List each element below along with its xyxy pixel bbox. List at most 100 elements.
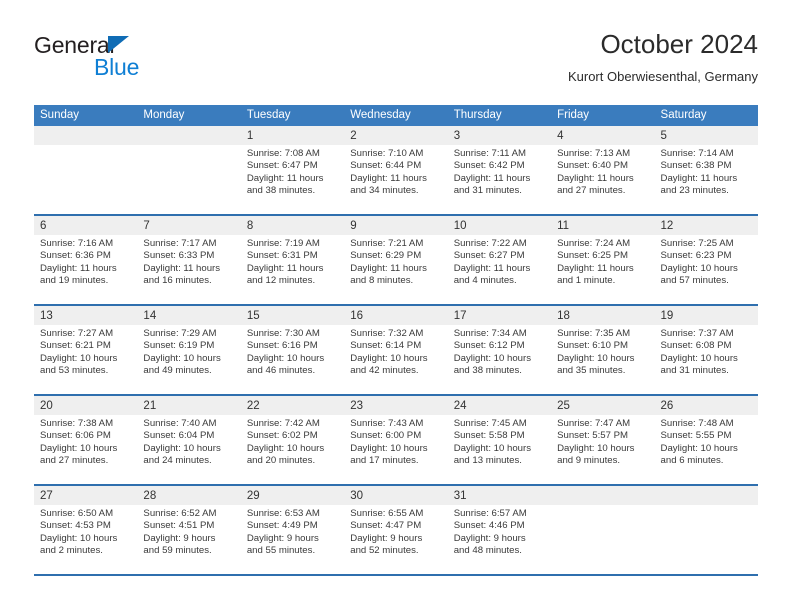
sunset-text: Sunset: 6:02 PM (246, 430, 318, 442)
sunset-text: Sunset: 6:00 PM (350, 430, 422, 442)
daylight-text-line2: and 52 minutes. (350, 545, 419, 557)
day-number-band: 31 (447, 486, 552, 505)
day-cell[interactable]: 18 Sunrise: 7:35 AM Sunset: 6:10 PM Dayligh… (551, 306, 655, 394)
sunrise-text: Sunrise: 7:14 AM (660, 148, 734, 159)
day-cell[interactable]: 10 Sunrise: 7:22 AM Sunset: 6:27 PM Dayligh… (447, 216, 552, 304)
sunset-text: Sunset: 6:40 PM (557, 160, 629, 172)
day-cell[interactable]: 13 Sunrise: 7:27 AM Sunset: 6:21 PM Dayligh… (34, 306, 138, 394)
day-details: Sunrise: 7:30 AM Sunset: 6:16 PM Daylight:… (241, 325, 344, 378)
day-cell[interactable]: 15 Sunrise: 7:30 AM Sunset: 6:16 PM Dayligh… (240, 306, 345, 394)
day-details: Sunrise: 7:10 AM Sunset: 6:44 PM Daylight:… (344, 145, 447, 198)
day-cell[interactable]: 5 Sunrise: 7:14 AM Sunset: 6:38 PM Daylight… (654, 126, 758, 214)
day-cell[interactable]: 21 Sunrise: 7:40 AM Sunset: 6:04 PM Dayligh… (137, 396, 241, 484)
page-header: General Blue October 2024 Kurort Oberwie… (34, 28, 758, 98)
daylight-text-line1: Daylight: 11 hours (453, 172, 531, 184)
day-number: 21 (143, 400, 157, 412)
day-cell[interactable]: 3 Sunrise: 7:11 AM Sunset: 6:42 PM Daylight… (447, 126, 552, 214)
sunset-text: Sunset: 4:53 PM (40, 520, 111, 532)
sunset-text: Sunset: 6:47 PM (246, 160, 318, 172)
day-cell[interactable]: 31 Sunrise: 6:57 AM Sunset: 4:46 PM Dayligh… (447, 486, 552, 574)
weekday-header-friday: Friday (557, 109, 590, 121)
daylight-text-line1: Daylight: 10 hours (453, 442, 532, 454)
day-cell[interactable]: 22 Sunrise: 7:42 AM Sunset: 6:02 PM Dayligh… (240, 396, 345, 484)
day-number-band: 29 (240, 486, 345, 505)
sunset-text: Sunset: 6:27 PM (453, 250, 525, 262)
daylight-text-line1: Daylight: 11 hours (350, 262, 427, 274)
day-cell[interactable]: 26 Sunrise: 7:48 AM Sunset: 5:55 PM Dayligh… (654, 396, 758, 484)
daylight-text-line1: Daylight: 10 hours (40, 352, 118, 364)
day-number: 30 (350, 490, 364, 502)
daylight-text-line1: Daylight: 11 hours (246, 262, 324, 274)
daylight-text-line1: Daylight: 11 hours (557, 172, 634, 184)
day-cell[interactable]: 2 Sunrise: 7:10 AM Sunset: 6:44 PM Daylight… (344, 126, 448, 214)
sunset-text: Sunset: 6:42 PM (453, 160, 525, 172)
day-number-band: 30 (344, 486, 448, 505)
day-cell[interactable]: 6 Sunrise: 7:16 AM Sunset: 6:36 PM Daylight… (34, 216, 138, 304)
day-number: 6 (40, 220, 47, 232)
day-details: Sunrise: 7:22 AM Sunset: 6:27 PM Daylight:… (448, 235, 551, 288)
day-number-band: 23 (344, 396, 448, 415)
daylight-text-line1: Daylight: 11 hours (453, 262, 531, 274)
day-details: Sunrise: 7:14 AM Sunset: 6:38 PM Daylight:… (655, 145, 758, 198)
day-cell[interactable]: 1 Sunrise: 7:08 AM Sunset: 6:47 PM Daylight… (240, 126, 345, 214)
day-cell[interactable]: 14 Sunrise: 7:29 AM Sunset: 6:19 PM Dayligh… (137, 306, 241, 394)
day-number-band: 5 (654, 126, 758, 145)
calendar-week-row: 27 Sunrise: 6:50 AM Sunset: 4:53 PM Dayligh… (34, 484, 758, 574)
day-cell[interactable]: 8 Sunrise: 7:19 AM Sunset: 6:31 PM Daylight… (240, 216, 345, 304)
daylight-text-line1: Daylight: 9 hours (453, 532, 526, 544)
day-cell[interactable]: 28 Sunrise: 6:52 AM Sunset: 4:51 PM Dayligh… (137, 486, 241, 574)
day-details: Sunrise: 7:34 AM Sunset: 6:12 PM Daylight:… (448, 325, 551, 378)
sunrise-text: Sunrise: 7:45 AM (453, 418, 527, 429)
day-cell[interactable]: 29 Sunrise: 6:53 AM Sunset: 4:49 PM Dayligh… (240, 486, 345, 574)
sunrise-text: Sunrise: 7:10 AM (350, 148, 424, 159)
daylight-text-line2: and 9 minutes. (557, 455, 621, 467)
day-number: 1 (246, 130, 254, 142)
daylight-text-line2: and 27 minutes. (557, 185, 626, 197)
daylight-text-line1: Daylight: 11 hours (143, 262, 221, 274)
day-number: 18 (557, 310, 570, 322)
daylight-text-line1: Daylight: 11 hours (246, 172, 324, 184)
day-number-band: 27 (34, 486, 138, 505)
day-cell[interactable]: 27 Sunrise: 6:50 AM Sunset: 4:53 PM Dayligh… (34, 486, 138, 574)
day-cell[interactable]: 9 Sunrise: 7:21 AM Sunset: 6:29 PM Daylight… (344, 216, 448, 304)
daylight-text-line2: and 27 minutes. (40, 455, 109, 467)
day-cell[interactable]: 16 Sunrise: 7:32 AM Sunset: 6:14 PM Dayligh… (344, 306, 448, 394)
sunrise-text: Sunrise: 7:22 AM (453, 238, 527, 249)
day-cell[interactable]: 17 Sunrise: 7:34 AM Sunset: 6:12 PM Dayligh… (447, 306, 552, 394)
day-cell[interactable]: 20 Sunrise: 7:38 AM Sunset: 6:06 PM Dayligh… (34, 396, 138, 484)
weekday-header-saturday: Saturday (660, 109, 707, 121)
day-number: 10 (453, 220, 467, 232)
day-cell[interactable]: 24 Sunrise: 7:45 AM Sunset: 5:58 PM Dayligh… (447, 396, 552, 484)
sunrise-text: Sunrise: 7:43 AM (350, 418, 424, 429)
daylight-text-line1: Daylight: 10 hours (660, 262, 738, 274)
daylight-text-line2: and 8 minutes. (350, 275, 414, 287)
sunrise-text: Sunrise: 7:17 AM (143, 238, 217, 249)
daylight-text-line2: and 6 minutes. (660, 455, 724, 467)
day-cell[interactable]: 23 Sunrise: 7:43 AM Sunset: 6:00 PM Dayligh… (344, 396, 448, 484)
day-cell[interactable]: 25 Sunrise: 7:47 AM Sunset: 5:57 PM Dayligh… (551, 396, 655, 484)
day-cell[interactable]: 4 Sunrise: 7:13 AM Sunset: 6:40 PM Daylight… (551, 126, 655, 214)
day-number: 19 (660, 310, 674, 322)
day-details: Sunrise: 7:16 AM Sunset: 6:36 PM Daylight:… (34, 235, 137, 288)
day-number: 9 (350, 220, 357, 232)
sunset-text: Sunset: 6:23 PM (660, 250, 732, 262)
daylight-text-line1: Daylight: 10 hours (453, 352, 532, 364)
day-number: 5 (660, 130, 667, 142)
day-details: Sunrise: 7:27 AM Sunset: 6:21 PM Daylight:… (34, 325, 137, 378)
sunrise-text: Sunrise: 6:57 AM (453, 508, 527, 519)
day-cell[interactable]: 19 Sunrise: 7:37 AM Sunset: 6:08 PM Dayligh… (654, 306, 758, 394)
sunrise-text: Sunrise: 7:47 AM (557, 418, 631, 429)
sunrise-text: Sunrise: 7:34 AM (453, 328, 527, 339)
day-cell[interactable]: 11 Sunrise: 7:24 AM Sunset: 6:25 PM Dayligh… (551, 216, 655, 304)
day-details: Sunrise: 6:50 AM Sunset: 4:53 PM Daylight:… (34, 505, 137, 558)
day-cell[interactable]: 7 Sunrise: 7:17 AM Sunset: 6:33 PM Daylight… (137, 216, 241, 304)
day-details: Sunrise: 7:32 AM Sunset: 6:14 PM Daylight:… (344, 325, 447, 378)
sunset-text: Sunset: 5:57 PM (557, 430, 629, 442)
day-cell[interactable]: 12 Sunrise: 7:25 AM Sunset: 6:23 PM Dayligh… (654, 216, 758, 304)
day-cell[interactable]: 30 Sunrise: 6:55 AM Sunset: 4:47 PM Dayligh… (344, 486, 448, 574)
day-number: 20 (40, 400, 53, 412)
sunset-text: Sunset: 6:38 PM (660, 160, 732, 172)
daylight-text-line2: and 24 minutes. (143, 455, 212, 467)
weekday-header-tuesday: Tuesday (246, 109, 291, 121)
sunrise-text: Sunrise: 7:40 AM (143, 418, 217, 429)
